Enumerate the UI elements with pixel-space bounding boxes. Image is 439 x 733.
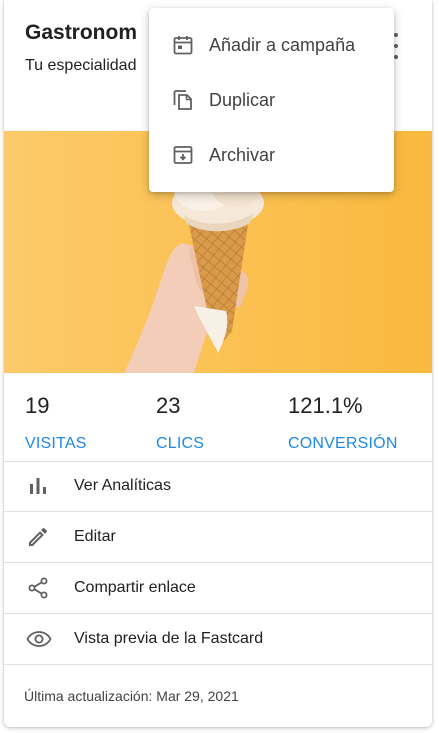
share-link-action[interactable]: Compartir enlace xyxy=(4,563,432,614)
archive-icon xyxy=(171,143,195,167)
calendar-icon xyxy=(171,33,195,57)
action-label: Compartir enlace xyxy=(74,579,196,596)
stats-row: 19 VISITAS 23 CLICS 121.1% CONVERSIÓN xyxy=(4,373,432,462)
card-subtitle: Tu especialidad xyxy=(25,57,137,74)
last-updated-text: Última actualización: Mar 29, 2021 xyxy=(24,688,239,704)
options-menu: Añadir a campaña Duplicar Archivar xyxy=(149,8,394,192)
menu-item-label: Añadir a campaña xyxy=(209,35,356,55)
action-label: Ver Analíticas xyxy=(74,477,171,494)
stat-label[interactable]: CONVERSIÓN xyxy=(288,435,398,453)
stat-visitas: 19 VISITAS xyxy=(25,393,87,453)
action-label: Editar xyxy=(74,528,116,545)
stat-clics: 23 CLICS xyxy=(156,393,204,453)
pencil-icon xyxy=(26,525,50,549)
stat-label[interactable]: VISITAS xyxy=(25,435,87,453)
stat-value: 121.1% xyxy=(288,393,363,418)
stat-conversion: 121.1% CONVERSIÓN xyxy=(288,393,398,453)
view-analytics-action[interactable]: Ver Analíticas xyxy=(4,461,432,512)
stat-label[interactable]: CLICS xyxy=(156,435,204,453)
copy-icon xyxy=(171,88,195,112)
stat-value: 19 xyxy=(25,393,50,418)
menu-item-add-to-campaign[interactable]: Añadir a campaña xyxy=(149,18,394,73)
action-label: Vista previa de la Fastcard xyxy=(74,630,264,647)
menu-item-label: Duplicar xyxy=(209,90,276,110)
card-title: Gastronom xyxy=(25,21,138,44)
edit-action[interactable]: Editar xyxy=(4,512,432,563)
menu-item-label: Archivar xyxy=(209,145,276,165)
preview-action[interactable]: Vista previa de la Fastcard xyxy=(4,614,432,665)
eye-icon xyxy=(26,627,52,651)
menu-item-archive[interactable]: Archivar xyxy=(149,128,394,183)
share-icon xyxy=(26,576,50,600)
bar-chart-icon xyxy=(26,474,50,498)
actions-list: Ver Analíticas Editar Compartir enlace V… xyxy=(4,461,432,665)
menu-item-duplicate[interactable]: Duplicar xyxy=(149,73,394,128)
stat-value: 23 xyxy=(156,393,181,418)
